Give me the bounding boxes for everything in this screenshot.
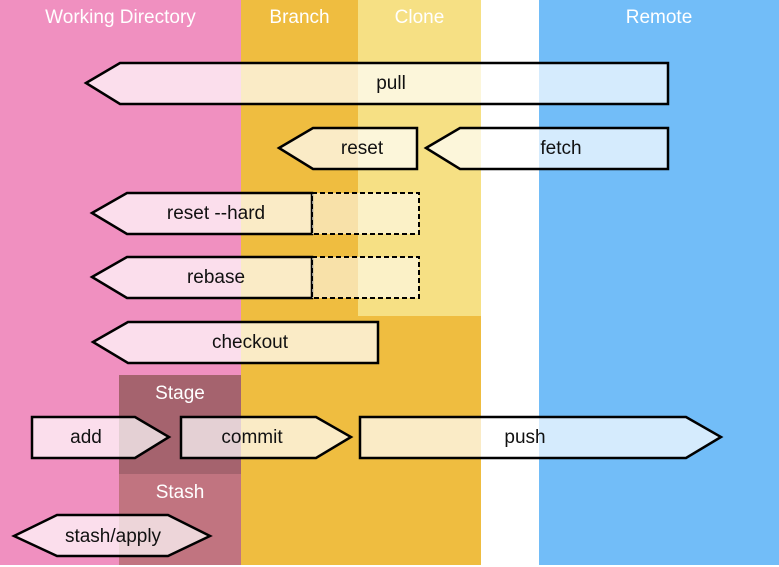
- arrow-label-checkout: checkout: [211, 332, 289, 353]
- arrow-label-reset: reset: [340, 138, 384, 159]
- arrow-label-commit: commit: [221, 427, 283, 448]
- arrow-reset-hard-dashed-extension: [311, 192, 420, 235]
- arrow-label-pull: pull: [376, 73, 406, 94]
- arrow-label-push: push: [504, 427, 546, 448]
- arrow-label-stash-apply: stash/apply: [64, 526, 162, 547]
- arrow-rebase-dashed-extension: [311, 256, 420, 299]
- arrow-label-rebase: rebase: [186, 267, 246, 288]
- arrow-label-add: add: [70, 427, 102, 448]
- arrow-label-fetch: fetch: [540, 138, 582, 159]
- arrow-label-reset-hard: reset --hard: [166, 203, 266, 224]
